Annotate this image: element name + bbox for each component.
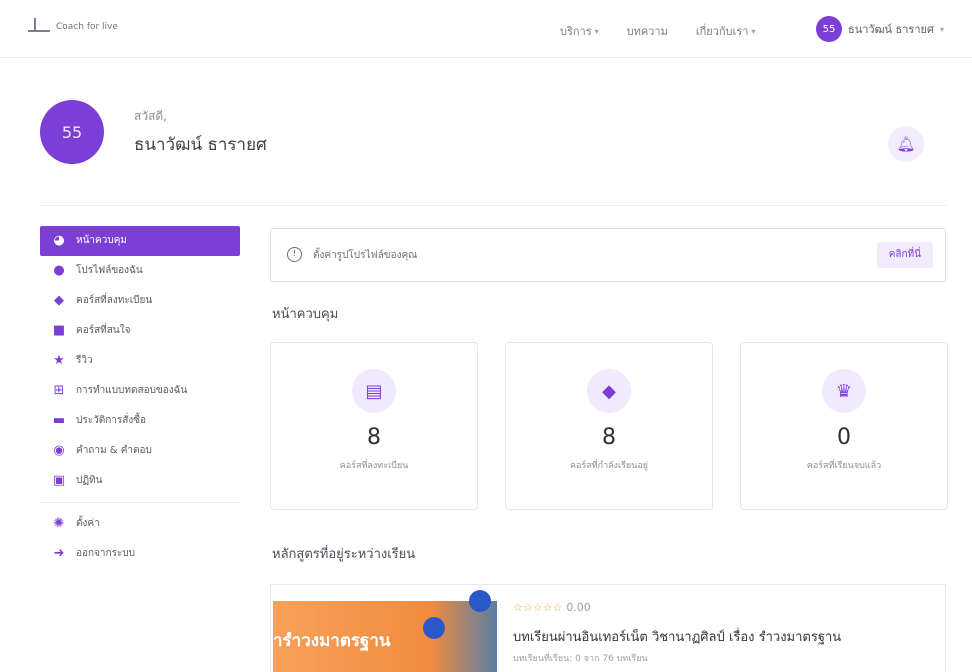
sidebar-item-label: ออกจากระบบ — [76, 548, 136, 559]
trophy-icon: ♛ — [822, 369, 866, 413]
profile-avatar[interactable]: 55 — [40, 100, 104, 164]
thumbnail-title: ำรำวงมาตรฐาน — [273, 631, 391, 651]
sidebar-item-label: หน้าควบคุม — [76, 235, 127, 246]
divider — [40, 502, 240, 503]
sidebar-item-wishlist[interactable]: ■ คอร์สที่สนใจ — [40, 316, 240, 346]
quiz-icon: ⊞ — [53, 383, 65, 398]
course-rating: ☆☆☆☆☆ 0.00 — [513, 601, 591, 614]
sidebar: ◕ หน้าควบคุม ● โปรไฟล์ของฉัน ◆ คอร์สที่ล… — [40, 226, 240, 569]
sidebar-item-label: ปฏิทิน — [76, 475, 103, 486]
sidebar-item-label: โปรไฟล์ของฉัน — [76, 265, 143, 276]
profile-photo-alert: ! ตั้งค่ารูปโปรไฟล์ของคุณ คลิกที่นี่ — [270, 228, 946, 282]
course-card[interactable]: ำรำวงมาตรฐาน ☆☆☆☆☆ 0.00 บทเรียนผ่านอินเทอ… — [270, 584, 946, 672]
sidebar-item-reviews[interactable]: ★ รีวิว — [40, 346, 240, 376]
sidebar-item-logout[interactable]: ➜ ออกจากระบบ — [40, 539, 240, 569]
sidebar-item-label: คอร์สที่สนใจ — [76, 325, 131, 336]
sidebar-item-label: ประวัติการสั่งซื้อ — [76, 415, 147, 426]
site-logo[interactable]: Coach for live — [28, 18, 118, 32]
stat-card-completed: ♛ 0 คอร์สที่เรียนจบแล้ว — [740, 342, 948, 510]
sidebar-item-quiz-attempts[interactable]: ⊞ การทำแบบทดสอบของฉัน — [40, 376, 240, 406]
sidebar-item-qa[interactable]: ◉ คำถาม & คำตอบ — [40, 436, 240, 466]
top-navbar: Coach for live บริการ ▾ บทความ เกี่ยวกับ… — [0, 0, 972, 58]
user-menu-name: ธนาวัฒน์ ธารายศ — [848, 23, 934, 36]
stat-value: 8 — [367, 425, 381, 450]
rating-value: 0.00 — [566, 601, 591, 614]
star-icon: ★ — [53, 353, 65, 368]
nav-about[interactable]: เกี่ยวกับเรา ▾ — [696, 22, 756, 40]
page-title: หน้าควบคุม — [272, 307, 339, 322]
nav-services-label: บริการ — [560, 25, 592, 38]
star-rating-icon: ☆☆☆☆☆ — [513, 601, 563, 614]
book-icon: ▤ — [352, 369, 396, 413]
nav-articles-label: บทความ — [626, 25, 668, 38]
sidebar-item-label: การทำแบบทดสอบของฉัน — [76, 385, 188, 396]
logout-icon: ➜ — [53, 546, 65, 561]
dashboard-icon: ◕ — [53, 233, 65, 248]
nav-about-label: เกี่ยวกับเรา — [695, 25, 749, 38]
stat-label: คอร์สที่กำลังเรียนอยู่ — [569, 461, 649, 471]
sidebar-item-label: ตั้งค่า — [76, 518, 100, 529]
greeting-block: สวัสดี, ธนาวัฒน์ ธารายศ — [134, 107, 267, 158]
stat-value: 8 — [602, 425, 616, 450]
chevron-down-icon: ▾ — [939, 24, 944, 34]
course-title[interactable]: บทเรียนผ่านอินเทอร์เน็ต วิชานาฏศิลป์ เรื… — [513, 626, 841, 647]
course-progress-meta: บทเรียนที่เรียน: 0 จาก 76 บทเรียน — [513, 654, 648, 664]
gear-icon: ✺ — [53, 516, 65, 531]
chevron-down-icon: ▾ — [594, 26, 599, 36]
chevron-down-icon: ▾ — [751, 26, 756, 36]
calendar-icon: ▣ — [52, 473, 66, 488]
decoration-icon — [423, 617, 445, 639]
stat-label: คอร์สที่ลงทะเบียน — [339, 461, 409, 471]
in-progress-title: หลักสูตรที่อยู่ระหว่างเรียน — [272, 547, 416, 562]
cart-icon: ▬ — [52, 413, 66, 428]
sidebar-item-label: คอร์สที่ลงทะเบียน — [76, 295, 153, 306]
user-icon: ● — [53, 263, 65, 278]
notification-bell-icon[interactable]: 🔔︎ — [888, 126, 924, 162]
thumbnail-strip — [273, 587, 497, 601]
profile-header: 55 สวัสดี, ธนาวัฒน์ ธารายศ — [40, 100, 267, 164]
avatar: 55 — [816, 16, 842, 42]
logo-mark-icon — [28, 18, 50, 32]
stat-card-enrolled: ▤ 8 คอร์สที่ลงทะเบียน — [270, 342, 478, 510]
stat-label: คอร์สที่เรียนจบแล้ว — [806, 461, 882, 471]
decoration-icon — [469, 590, 491, 612]
profile-name: ธนาวัฒน์ ธารายศ — [134, 134, 267, 155]
sidebar-item-profile[interactable]: ● โปรไฟล์ของฉัน — [40, 256, 240, 286]
info-icon: ! — [287, 247, 302, 262]
sidebar-item-enrolled-courses[interactable]: ◆ คอร์สที่ลงทะเบียน — [40, 286, 240, 316]
main-nav: บริการ ▾ บทความ เกี่ยวกับเรา ▾ — [560, 22, 755, 40]
sidebar-item-dashboard[interactable]: ◕ หน้าควบคุม — [40, 226, 240, 256]
graduation-cap-icon: ◆ — [54, 293, 64, 308]
alert-action-button[interactable]: คลิกที่นี่ — [876, 242, 933, 268]
stat-card-active: ◆ 8 คอร์สที่กำลังเรียนอยู่ — [505, 342, 713, 510]
course-thumbnail[interactable]: ำรำวงมาตรฐาน — [273, 587, 497, 672]
sidebar-item-label: รีวิว — [76, 355, 93, 366]
divider — [40, 205, 946, 206]
qa-icon: ◉ — [53, 443, 65, 458]
sidebar-item-label: คำถาม & คำตอบ — [76, 445, 152, 456]
sidebar-item-calendar[interactable]: ▣ ปฏิทิน — [40, 466, 240, 496]
logo-text: Coach for live — [56, 22, 118, 32]
bookmark-icon: ■ — [52, 323, 66, 338]
user-menu[interactable]: 55 ธนาวัฒน์ ธารายศ ▾ — [816, 16, 944, 42]
graduation-cap-icon: ◆ — [587, 369, 631, 413]
sidebar-item-settings[interactable]: ✺ ตั้งค่า — [40, 509, 240, 539]
greeting-text: สวัสดี, — [134, 108, 167, 123]
sidebar-item-order-history[interactable]: ▬ ประวัติการสั่งซื้อ — [40, 406, 240, 436]
stat-value: 0 — [837, 425, 851, 450]
alert-message: ตั้งค่ารูปโปรไฟล์ของคุณ — [313, 250, 418, 261]
nav-articles[interactable]: บทความ — [627, 22, 668, 40]
nav-services[interactable]: บริการ ▾ — [560, 22, 599, 40]
